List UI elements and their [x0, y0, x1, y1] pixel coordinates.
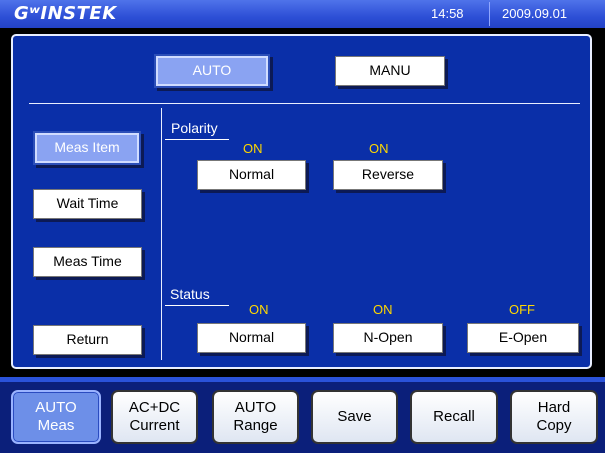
manu-mode-button[interactable]: MANU — [335, 56, 445, 86]
clock-time: 14:58 — [431, 6, 464, 21]
softkey-bar-separator — [0, 377, 605, 382]
status-e-open-state: OFF — [509, 302, 535, 317]
status-e-open-button[interactable]: E-Open — [467, 323, 579, 353]
settings-panel: AUTO MANU Meas Item Wait Time Meas Time … — [11, 34, 592, 369]
softkey-save[interactable]: Save — [311, 390, 398, 444]
sidebar-item-meas-time[interactable]: Meas Time — [33, 247, 142, 277]
status-normal-state: ON — [249, 302, 269, 317]
polarity-normal-button[interactable]: Normal — [197, 160, 306, 190]
status-title: Status — [170, 286, 210, 302]
brand-logo: GʷINSTEK — [14, 3, 117, 24]
sidebar-item-meas-item[interactable]: Meas Item — [35, 133, 139, 163]
auto-mode-button[interactable]: AUTO — [156, 56, 268, 86]
polarity-reverse-button[interactable]: Reverse — [333, 160, 443, 190]
status-underline — [165, 305, 229, 306]
return-button[interactable]: Return — [33, 325, 142, 355]
polarity-title: Polarity — [171, 120, 218, 136]
polarity-reverse-state: ON — [369, 141, 389, 156]
status-n-open-button[interactable]: N-Open — [333, 323, 443, 353]
title-bar: GʷINSTEK 14:58 2009.09.01 — [0, 0, 605, 28]
clock-date: 2009.09.01 — [502, 6, 568, 21]
panel-divider-vertical — [161, 108, 162, 360]
sidebar-item-wait-time[interactable]: Wait Time — [33, 189, 142, 219]
softkey-hard-copy[interactable]: Hard Copy — [510, 390, 598, 444]
status-normal-button[interactable]: Normal — [197, 323, 306, 353]
status-n-open-state: ON — [373, 302, 393, 317]
polarity-underline — [165, 139, 229, 140]
title-divider — [489, 2, 490, 26]
softkey-ac-dc-current[interactable]: AC+DC Current — [111, 390, 198, 444]
softkey-auto-meas[interactable]: AUTO Meas — [11, 390, 101, 444]
panel-divider-horizontal — [29, 103, 580, 104]
softkey-auto-range[interactable]: AUTO Range — [212, 390, 299, 444]
polarity-normal-state: ON — [243, 141, 263, 156]
softkey-recall[interactable]: Recall — [410, 390, 498, 444]
